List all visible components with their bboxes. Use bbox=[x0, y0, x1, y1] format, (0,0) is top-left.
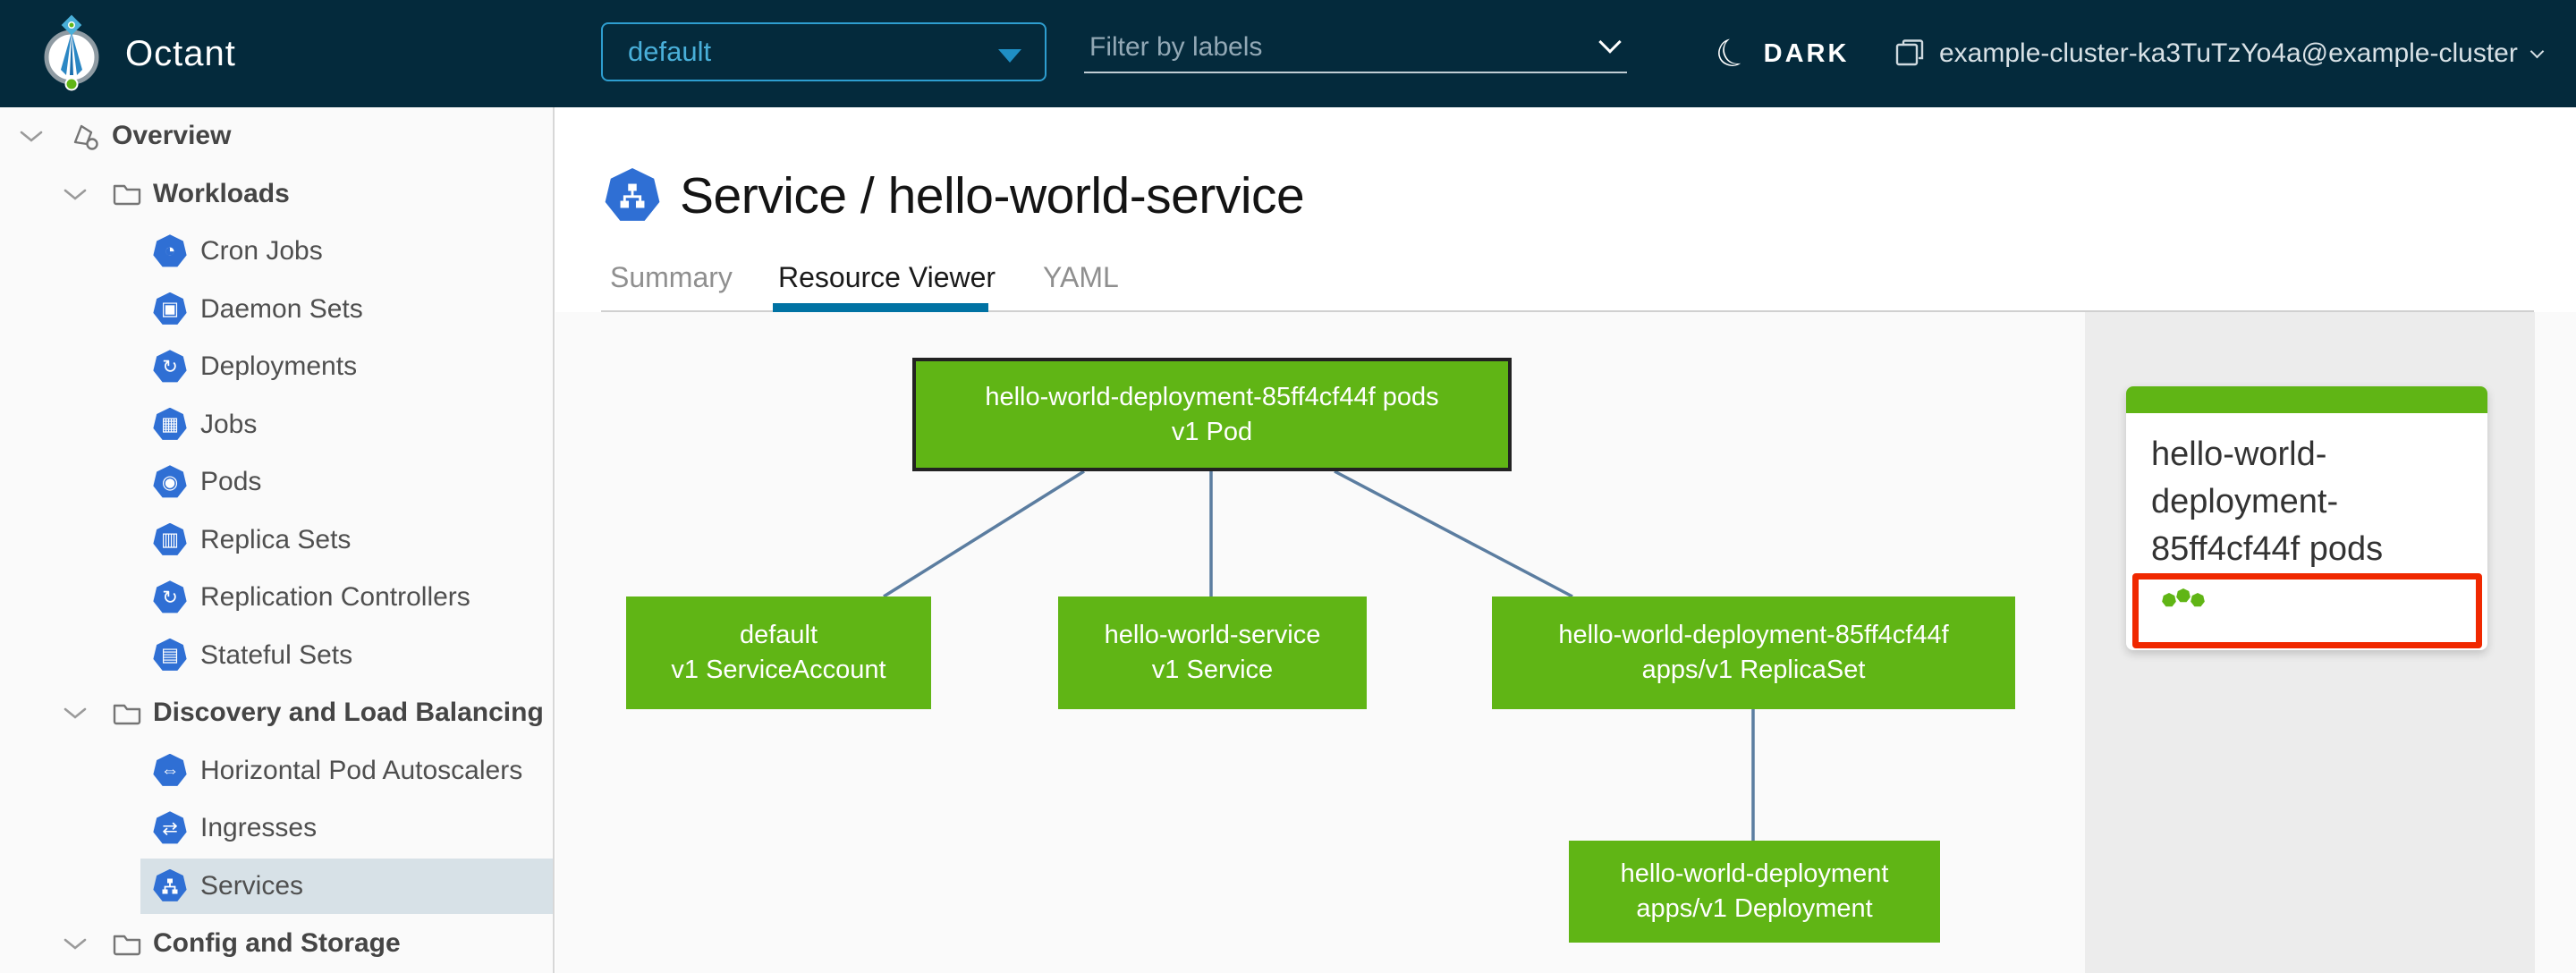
header-bar: Octant default Filter by labels ☾ DARK e… bbox=[0, 0, 2576, 107]
node-kind: v1 Pod bbox=[1171, 417, 1253, 446]
theme-toggle-label: DARK bbox=[1763, 38, 1850, 68]
sidebar-item-label: Pods bbox=[200, 467, 262, 497]
replicasets-icon: ▥ bbox=[153, 522, 187, 555]
tab-resource-viewer[interactable]: Resource Viewer bbox=[778, 261, 996, 294]
cluster-context-label: example-cluster-ka3TuTzYo4a@example-clus… bbox=[1939, 38, 2518, 68]
app-title: Octant bbox=[125, 33, 236, 73]
graph-node-deployment[interactable]: hello-world-deployment apps/v1 Deploymen… bbox=[1569, 841, 1940, 943]
sidebar-item-workloads[interactable]: Workloads bbox=[0, 165, 553, 224]
sidebar-item-cron-jobs[interactable]: ◔ Cron Jobs bbox=[0, 223, 553, 281]
tab-yaml[interactable]: YAML bbox=[1043, 261, 1119, 294]
caret-down-icon bbox=[998, 49, 1021, 63]
pod-ok-dot bbox=[2190, 593, 2205, 607]
deployments-icon: ↻ bbox=[153, 350, 187, 383]
selected-resource-card[interactable]: hello-world-deployment-85ff4cf44f pods bbox=[2126, 386, 2487, 650]
sidebar-item-daemon-sets[interactable]: ▣ Daemon Sets bbox=[0, 281, 553, 339]
cluster-icon bbox=[1895, 39, 1924, 66]
graph-node-pod[interactable]: hello-world-deployment-85ff4cf44f pods v… bbox=[912, 358, 1512, 471]
chevron-down-icon bbox=[2529, 44, 2545, 58]
sidebar-item-label: Overview bbox=[112, 121, 232, 151]
pod-status-highlight-box[interactable] bbox=[2132, 573, 2482, 648]
folder-icon bbox=[113, 185, 141, 206]
daemonsets-icon: ▣ bbox=[153, 292, 187, 325]
folder-icon bbox=[113, 704, 141, 724]
node-name: default bbox=[739, 621, 818, 649]
node-kind: apps/v1 ReplicaSet bbox=[1641, 656, 1866, 684]
pod-status-dots bbox=[2162, 588, 2205, 607]
chevron-down-icon[interactable] bbox=[64, 937, 87, 950]
octant-app: Octant default Filter by labels ☾ DARK e… bbox=[0, 0, 2576, 973]
graph-node-replicaset[interactable]: hello-world-deployment-85ff4cf44f apps/v… bbox=[1492, 596, 2015, 709]
sidebar-item-label: Replication Controllers bbox=[200, 582, 470, 613]
sidebar-item-label: Workloads bbox=[153, 178, 290, 208]
label-filter-placeholder: Filter by labels bbox=[1089, 32, 1263, 62]
jobs-icon: ▦ bbox=[153, 407, 187, 440]
cluster-context-menu[interactable]: example-cluster-ka3TuTzYo4a@example-clus… bbox=[1894, 0, 2545, 107]
node-kind: v1 ServiceAccount bbox=[671, 656, 886, 684]
sidebar-item-ingresses[interactable]: ⇄ Ingresses bbox=[0, 800, 553, 858]
detail-side-panel: hello-world-deployment-85ff4cf44f pods bbox=[2085, 312, 2535, 973]
sidebar-item-config-and-storage[interactable]: Config and Storage bbox=[0, 915, 553, 973]
sidebar-item-label: Discovery and Load Balancing bbox=[153, 698, 544, 728]
label-filter-input[interactable]: Filter by labels bbox=[1084, 23, 1627, 73]
node-name: hello-world-deployment bbox=[1620, 859, 1889, 888]
node-kind: v1 Service bbox=[1151, 656, 1274, 684]
sidebar-item-horizontal-pod-autoscalers[interactable]: ⇔ Horizontal Pod Autoscalers bbox=[0, 742, 553, 800]
sidebar-item-services[interactable]: Services bbox=[0, 858, 553, 916]
sidebar-item-label: Jobs bbox=[200, 409, 258, 439]
namespace-select-value: default bbox=[628, 36, 712, 67]
service-kind-icon bbox=[605, 168, 660, 221]
folder-icon bbox=[113, 935, 141, 955]
sidebar-item-replica-sets[interactable]: ▥ Replica Sets bbox=[0, 512, 553, 570]
sidebar-item-deployments[interactable]: ↻ Deployments bbox=[0, 338, 553, 396]
pods-icon: ◉ bbox=[153, 465, 187, 498]
ingresses-icon: ⇄ bbox=[153, 811, 187, 844]
services-icon bbox=[153, 868, 187, 901]
theme-toggle-button[interactable]: ☾ DARK bbox=[1708, 0, 1850, 107]
node-name: hello-world-deployment-85ff4cf44f pods bbox=[985, 382, 1439, 411]
pod-ok-dot bbox=[2162, 593, 2176, 607]
node-kind: apps/v1 Deployment bbox=[1636, 894, 1873, 923]
page-title-row: Service / hello-world-service bbox=[605, 166, 1305, 225]
sidebar-item-label: Deployments bbox=[200, 351, 358, 382]
statefulsets-icon: ▤ bbox=[153, 638, 187, 671]
sidebar-item-stateful-sets[interactable]: ▤ Stateful Sets bbox=[0, 627, 553, 685]
octant-logo-icon bbox=[44, 14, 99, 91]
replicationcontrollers-icon: ↻ bbox=[153, 580, 187, 613]
sidebar-item-label: Services bbox=[200, 870, 304, 901]
sidebar-nav: Overview Workloads ◔ Cron Jobs ▣ Daemon … bbox=[0, 107, 555, 973]
node-name: hello-world-service bbox=[1104, 621, 1321, 649]
sidebar-item-label: Stateful Sets bbox=[200, 639, 353, 670]
sidebar-item-discovery-and-load-balancing[interactable]: Discovery and Load Balancing bbox=[0, 684, 553, 742]
tab-summary[interactable]: Summary bbox=[610, 261, 733, 294]
sidebar-item-pods[interactable]: ◉ Pods bbox=[0, 453, 553, 512]
card-title: hello-world-deployment-85ff4cf44f pods bbox=[2151, 436, 2384, 568]
overview-icon bbox=[73, 125, 98, 150]
node-name: hello-world-deployment-85ff4cf44f bbox=[1558, 621, 1949, 649]
sidebar-item-label: Ingresses bbox=[200, 813, 318, 843]
sidebar-item-label: Horizontal Pod Autoscalers bbox=[200, 755, 523, 785]
sidebar-item-label: Cron Jobs bbox=[200, 236, 323, 267]
sidebar-item-replication-controllers[interactable]: ↻ Replication Controllers bbox=[0, 569, 553, 627]
graph-node-serviceaccount[interactable]: default v1 ServiceAccount bbox=[626, 596, 931, 709]
graph-node-service[interactable]: hello-world-service v1 Service bbox=[1058, 596, 1367, 709]
sidebar-item-label: Daemon Sets bbox=[200, 293, 363, 324]
page-title: Service / hello-world-service bbox=[680, 167, 1305, 224]
sidebar-item-label: Config and Storage bbox=[153, 928, 401, 959]
sidebar-item-jobs[interactable]: ▦ Jobs bbox=[0, 396, 553, 454]
sidebar-item-overview[interactable]: Overview bbox=[0, 107, 553, 165]
moon-icon: ☾ bbox=[1707, 27, 1757, 80]
active-tab-underline bbox=[773, 303, 988, 312]
chevron-down-icon[interactable] bbox=[64, 188, 87, 200]
sidebar-item-label: Replica Sets bbox=[200, 524, 352, 554]
hpa-icon: ⇔ bbox=[153, 753, 187, 786]
card-status-topbar bbox=[2126, 386, 2487, 413]
chevron-down-icon[interactable] bbox=[64, 706, 87, 719]
namespace-select[interactable]: default bbox=[601, 22, 1046, 81]
cronjobs-icon: ◔ bbox=[153, 234, 187, 267]
chevron-down-icon[interactable] bbox=[1598, 30, 1622, 54]
pod-ok-dot bbox=[2176, 588, 2190, 603]
chevron-down-icon[interactable] bbox=[20, 130, 43, 142]
